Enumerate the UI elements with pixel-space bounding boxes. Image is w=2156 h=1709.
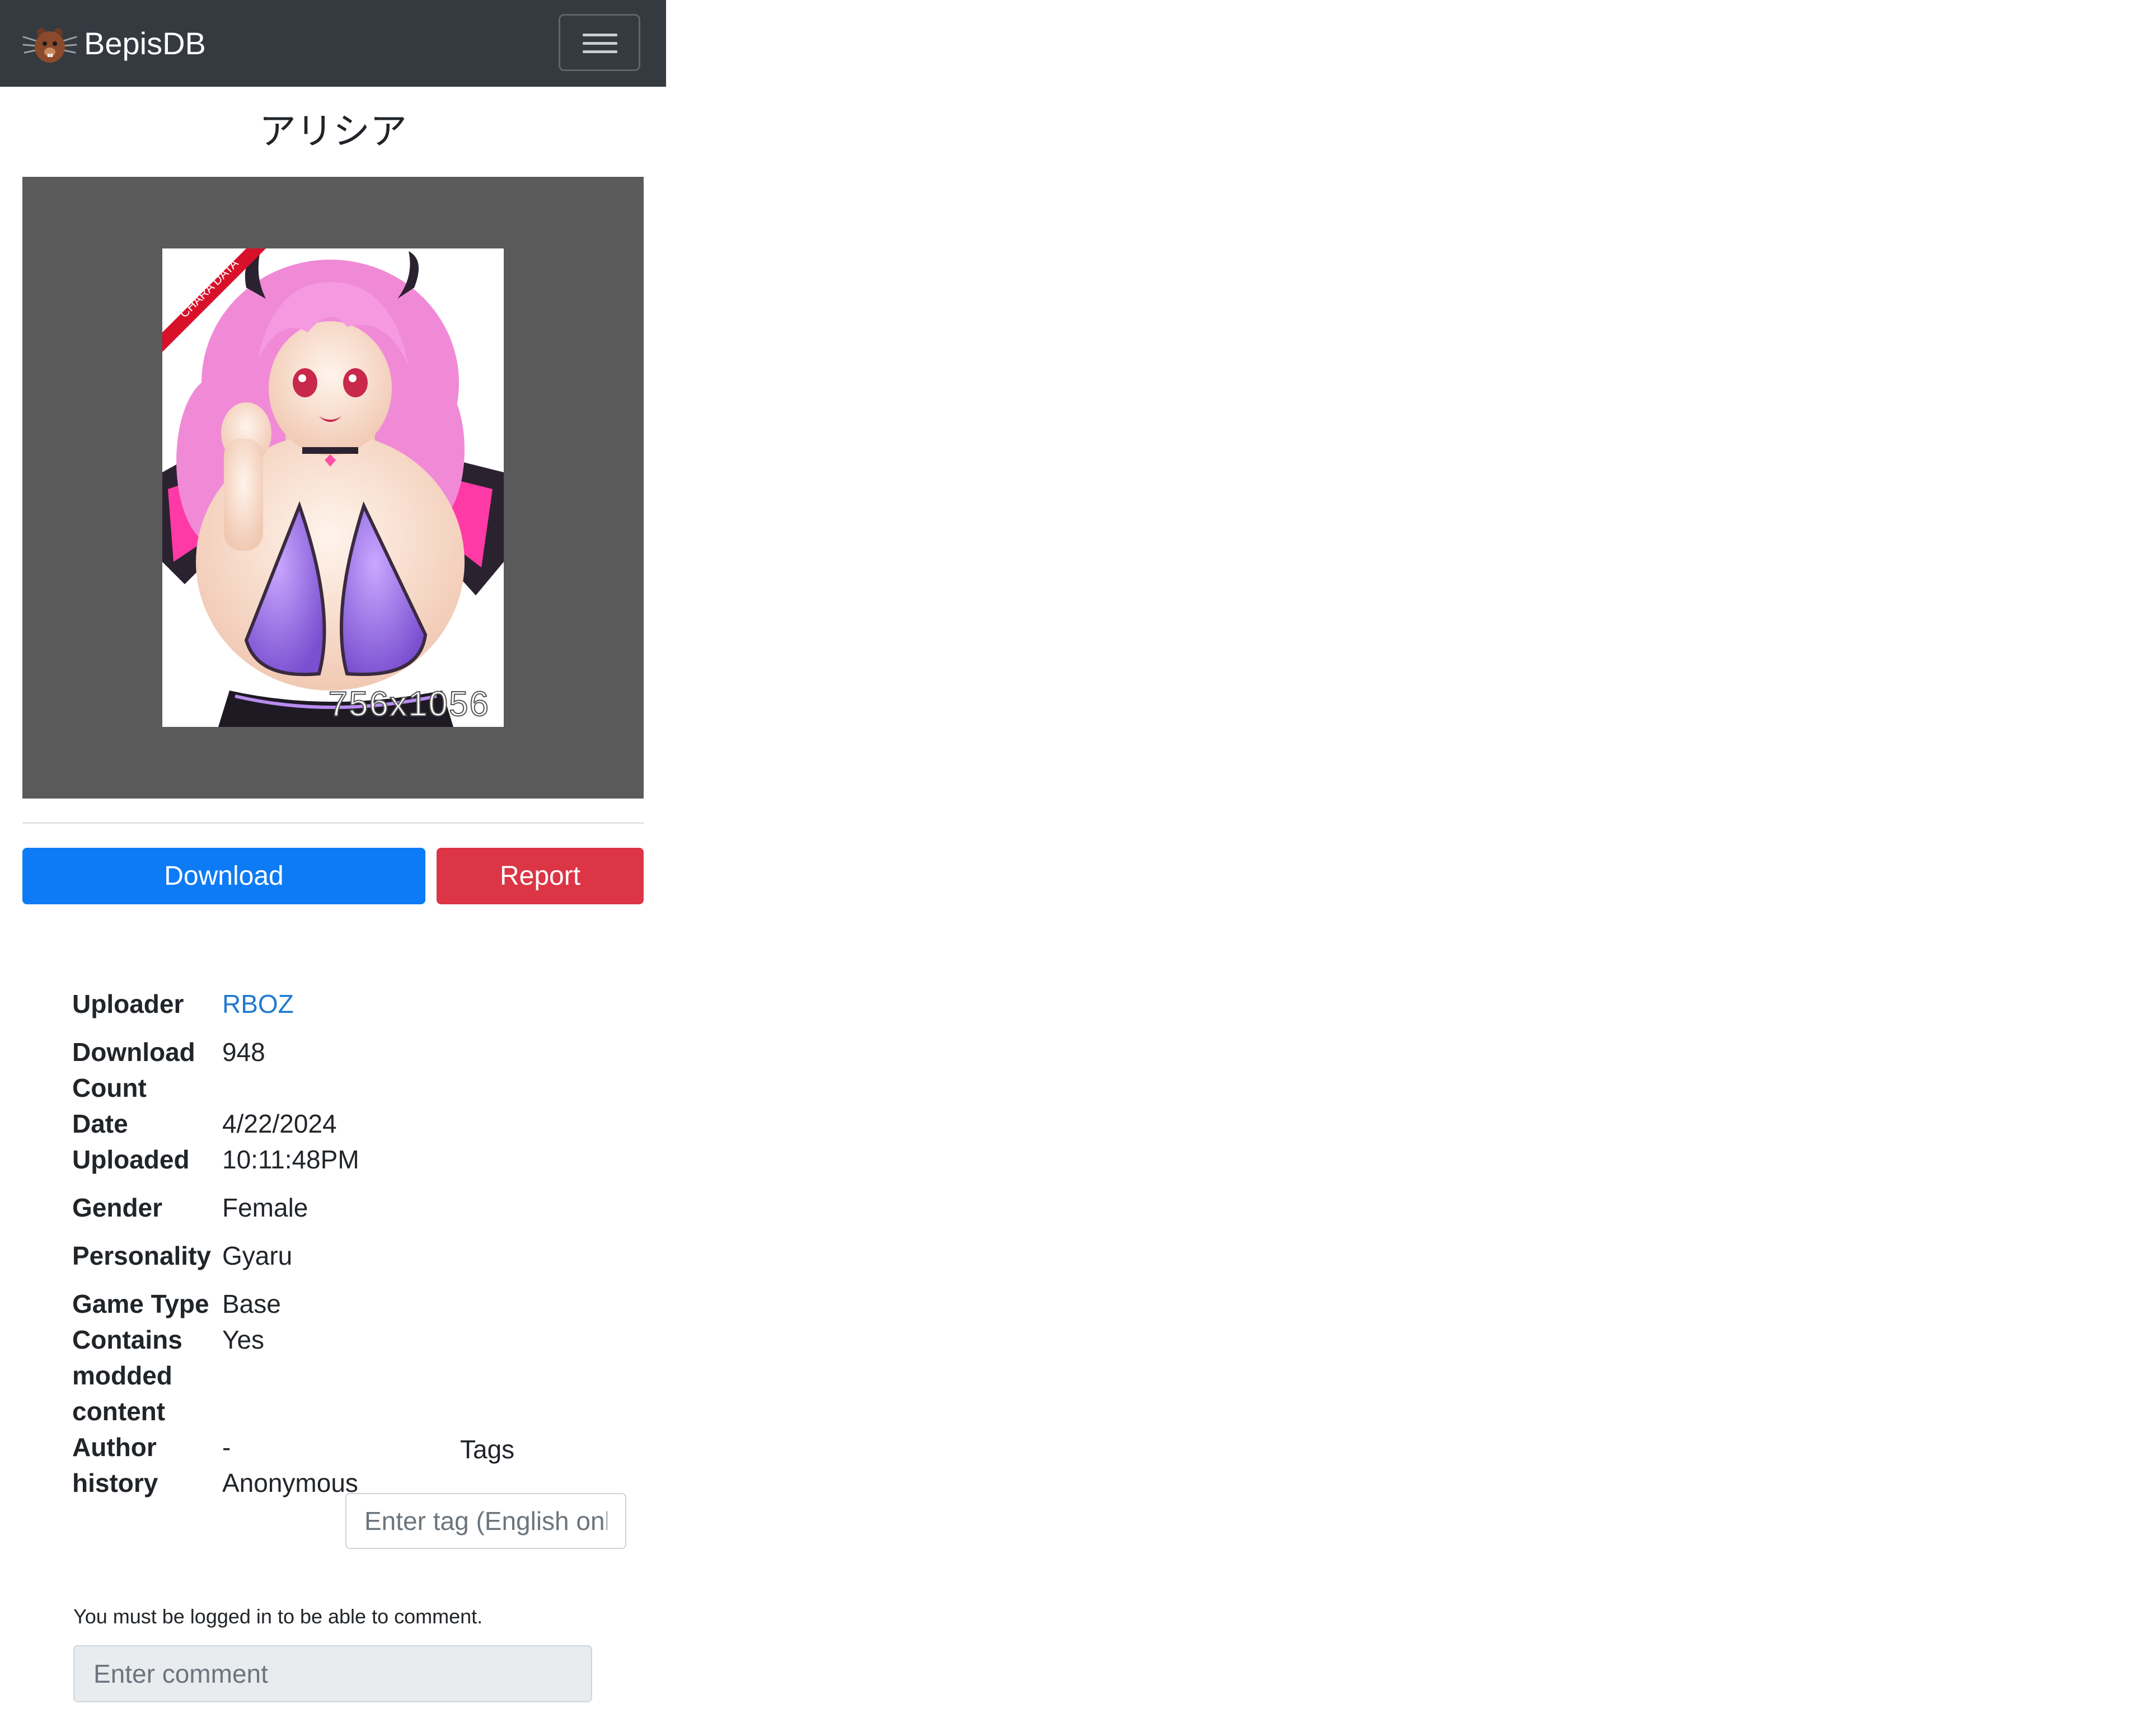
info-row-game-type: Game Type Base <box>72 1274 363 1322</box>
card-preview-frame: CHARA DATA 756x1056 <box>22 177 644 799</box>
preview-size-overlay: 756x1056 <box>329 685 490 724</box>
login-required-message: You must be logged in to be able to comm… <box>73 1605 483 1628</box>
download-count-label: Download Count <box>72 1037 195 1102</box>
date-uploaded-value: 4/22/2024 10:11:48PM <box>222 1109 359 1174</box>
tags-label: Tags <box>460 1435 515 1464</box>
card-preview-image[interactable]: CHARA DATA 756x1056 <box>162 248 504 727</box>
card-info-table: Uploader RBOZ Download Count 948 Date Up… <box>72 986 363 1501</box>
divider <box>22 822 644 824</box>
game-type-value: Base <box>222 1289 281 1318</box>
info-row-author-history: Author history - Anonymous <box>72 1429 363 1501</box>
info-row-personality: Personality Gyaru <box>72 1226 363 1274</box>
info-row-gender: Gender Female <box>72 1177 363 1226</box>
download-button[interactable]: Download <box>22 848 425 904</box>
author-history-value: - Anonymous <box>222 1433 358 1497</box>
hamburger-menu-icon-bar <box>583 42 617 45</box>
personality-value: Gyaru <box>222 1241 293 1270</box>
page: BepisDB アリシア CHARA DATA 756x1056 Downloa… <box>0 0 666 1702</box>
brand-name: BepisDB <box>84 26 206 61</box>
hamburger-menu-icon <box>583 34 617 36</box>
author-history-label: Author history <box>72 1433 158 1497</box>
brand-link[interactable]: BepisDB <box>22 21 206 66</box>
tag-input[interactable] <box>345 1493 626 1549</box>
report-button[interactable]: Report <box>437 848 644 904</box>
download-count-value: 948 <box>222 1037 265 1067</box>
date-uploaded-label: Date Uploaded <box>72 1109 190 1174</box>
gender-value: Female <box>222 1193 308 1222</box>
card-title: アリシア <box>259 110 407 153</box>
bepis-logo-icon <box>22 28 77 63</box>
modded-label: Contains modded content <box>72 1325 182 1426</box>
info-row-download-count: Download Count 948 <box>72 1022 363 1106</box>
navbar: BepisDB <box>0 0 666 87</box>
game-type-label: Game Type <box>72 1289 209 1318</box>
info-row-date-uploaded: Date Uploaded 4/22/2024 10:11:48PM <box>72 1106 363 1177</box>
info-row-modded: Contains modded content Yes <box>72 1322 363 1429</box>
info-row-uploader: Uploader RBOZ <box>72 986 363 1022</box>
uploader-value-cell: RBOZ <box>222 986 363 1022</box>
personality-label: Personality <box>72 1241 211 1270</box>
comment-input[interactable] <box>73 1645 592 1702</box>
hamburger-menu-icon-bar <box>583 50 617 53</box>
navbar-toggle-button[interactable] <box>559 14 640 71</box>
uploader-label: Uploader <box>72 989 184 1018</box>
modded-value: Yes <box>222 1325 265 1354</box>
gender-label: Gender <box>72 1193 163 1222</box>
uploader-link[interactable]: RBOZ <box>222 989 294 1018</box>
